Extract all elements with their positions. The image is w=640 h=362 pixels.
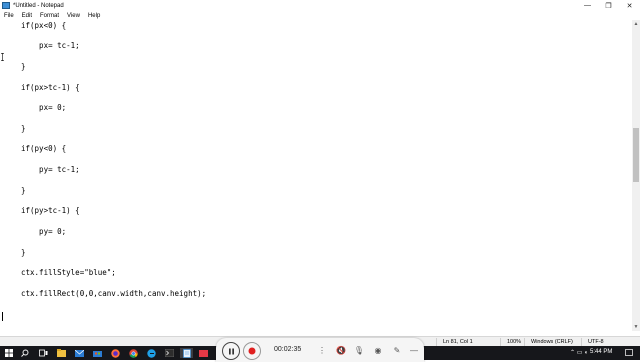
code-line: px= tc-1; [21, 41, 80, 50]
scrollbar-thumb[interactable] [633, 128, 639, 182]
code-line: ctx.fillStyle="blue"; [21, 268, 116, 277]
text-editor[interactable]: if(px<0) { px= tc-1; } if(px>tc-1) { px=… [0, 20, 632, 331]
media-icon[interactable] [198, 348, 208, 358]
ibeam-cursor-icon [1, 53, 4, 61]
pause-button[interactable] [222, 342, 240, 360]
code-line: if(py>tc-1) { [21, 206, 80, 215]
terminal-icon[interactable] [164, 348, 174, 358]
store-icon[interactable] [92, 348, 102, 358]
encoding: UTF-8 [588, 339, 604, 345]
cursor-position: Ln 81, Col 1 [443, 339, 473, 345]
code-line: py= tc-1; [21, 165, 80, 174]
code-line: } [21, 248, 26, 257]
file-explorer-icon[interactable] [56, 348, 66, 358]
code-line: } [21, 186, 26, 195]
minimize-button[interactable]: — [577, 0, 598, 11]
notepad-taskbar-icon[interactable] [180, 348, 193, 358]
status-divider [500, 338, 501, 346]
scroll-up-icon[interactable]: ▲ [632, 20, 640, 28]
code-line: } [21, 62, 26, 71]
code-line: } [21, 124, 26, 133]
edge-icon[interactable] [146, 348, 156, 358]
tray-icons[interactable]: ⌃ ▭ ◖ [570, 349, 588, 356]
close-button[interactable]: ✕ [619, 0, 640, 11]
mail-icon[interactable] [74, 348, 84, 358]
speaker-muted-icon[interactable]: 🔇 [336, 345, 346, 355]
firefox-icon[interactable] [110, 348, 120, 358]
notepad-icon [2, 2, 10, 9]
menu-file[interactable]: File [0, 13, 18, 19]
menu-bar: File Edit Format View Help [0, 11, 640, 20]
zoom-level: 100% [507, 339, 522, 345]
chrome-icon[interactable] [128, 348, 138, 358]
code-line: if(py<0) { [21, 144, 67, 153]
text-caret [2, 312, 3, 321]
title-bar: *Untitled - Notepad — ❐ ✕ [0, 0, 640, 11]
task-view-icon[interactable] [38, 348, 48, 358]
code-line: px= 0; [21, 103, 67, 112]
search-icon[interactable] [20, 348, 30, 358]
notifications-icon[interactable] [624, 348, 634, 358]
drag-handle-icon[interactable]: ⋮ [317, 345, 327, 355]
stop-button[interactable] [243, 342, 261, 360]
code-line: if(px>tc-1) { [21, 83, 80, 92]
menu-format[interactable]: Format [36, 13, 63, 19]
menu-view[interactable]: View [63, 13, 84, 19]
microphone-muted-icon[interactable]: 🎙 [354, 345, 364, 355]
maximize-button[interactable]: ❐ [598, 0, 619, 11]
clock[interactable]: 5:44 PM [590, 349, 612, 355]
window-title: *Untitled - Notepad [13, 2, 64, 9]
recorder-toolbar: 00:02:35 ⋮ 🔇 🎙 ◉ ✎ — [216, 338, 424, 362]
line-ending: Windows (CRLF) [531, 339, 573, 345]
vertical-scrollbar[interactable]: ▲ ▼ [632, 20, 640, 331]
code-line: if(px<0) { [21, 21, 67, 30]
window-controls: — ❐ ✕ [577, 0, 640, 11]
menu-edit[interactable]: Edit [18, 13, 36, 19]
status-divider [581, 338, 582, 346]
recording-time: 00:02:35 [274, 346, 302, 353]
webcam-icon[interactable]: ◉ [373, 345, 383, 355]
status-divider [436, 338, 437, 346]
windows-start-icon[interactable] [4, 348, 14, 358]
scroll-down-icon[interactable]: ▼ [632, 323, 640, 331]
status-divider [524, 338, 525, 346]
code-line: py= 0; [21, 227, 67, 236]
minimize-recorder-icon[interactable]: — [409, 345, 419, 355]
code-line: ctx.fillRect(0,0,canv.width,canv.height)… [21, 289, 207, 298]
menu-help[interactable]: Help [84, 13, 104, 19]
draw-pen-icon[interactable]: ✎ [392, 345, 402, 355]
